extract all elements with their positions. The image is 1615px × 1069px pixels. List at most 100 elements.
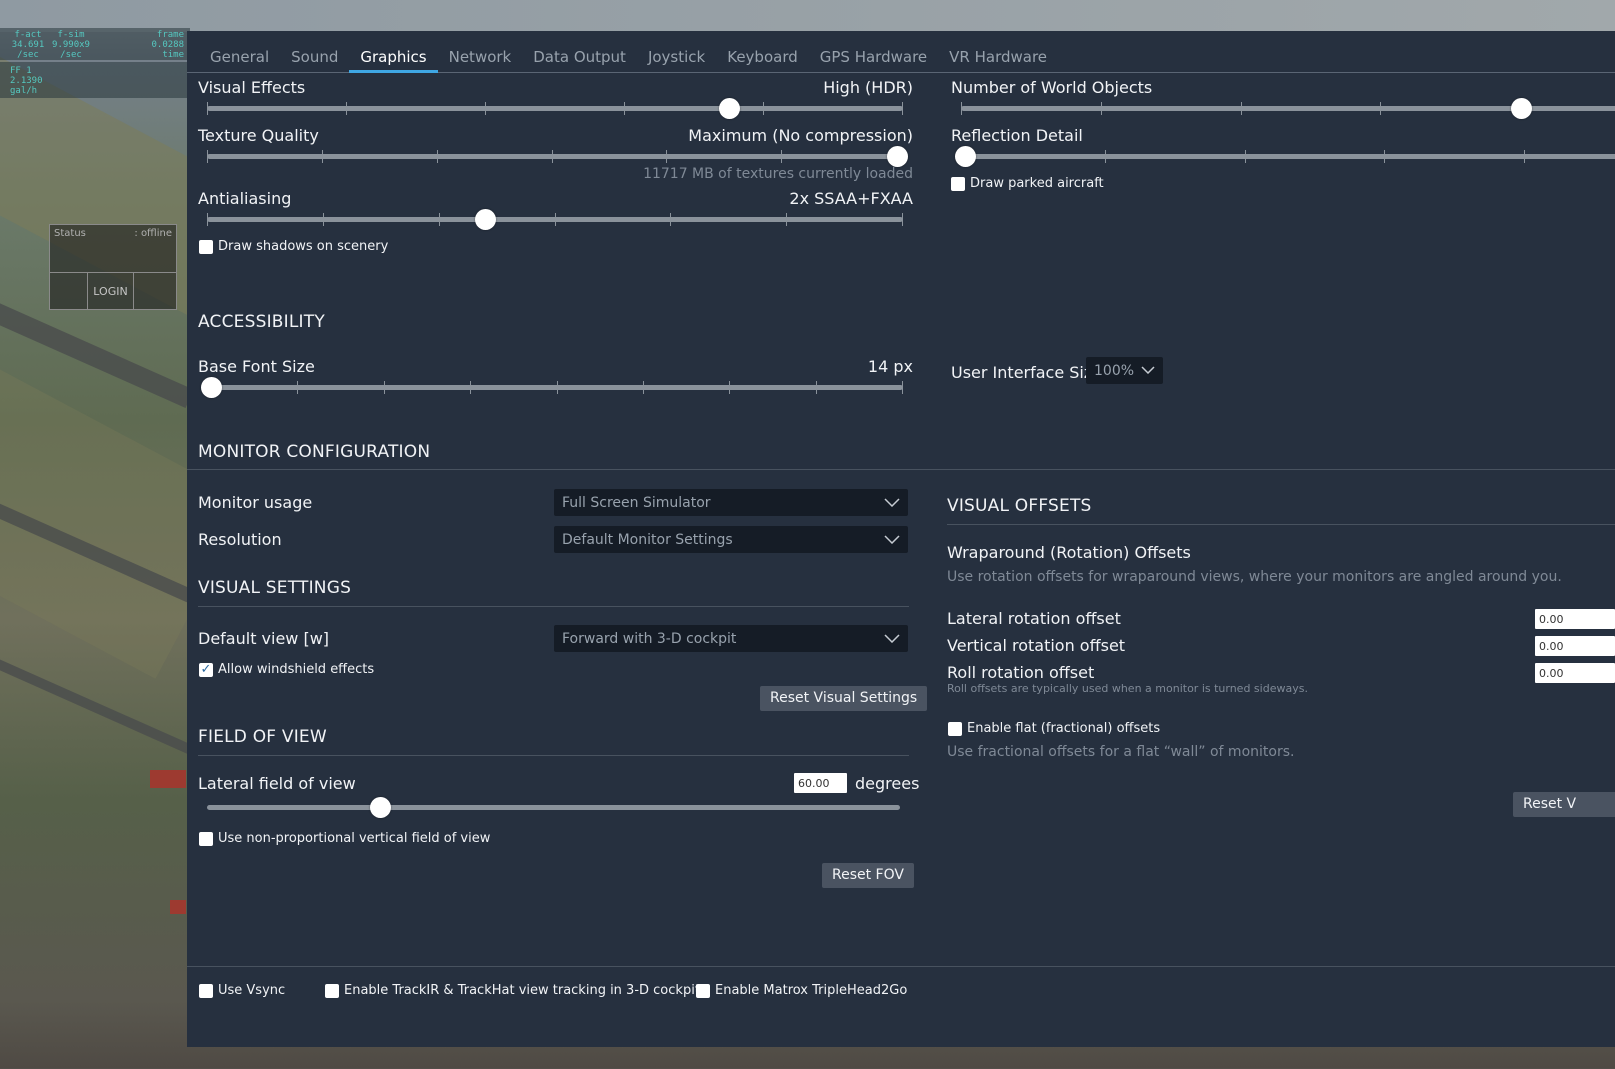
lateral-rotation-input[interactable]: 0.00 [1535,609,1615,629]
login-button[interactable]: LOGIN [88,273,134,309]
slider-tick [624,102,625,115]
slider-knob[interactable] [719,98,740,119]
slider-track[interactable] [965,154,1615,159]
visual-offsets-heading: VISUAL OFFSETS [947,496,1092,516]
checkbox-box[interactable] [325,983,339,998]
tab-joystick[interactable]: Joystick [637,31,716,73]
status-value: : offline [134,228,172,239]
checkbox-box[interactable] [696,983,710,998]
draw-shadows-checkbox[interactable]: Draw shadows on scenery [199,239,388,254]
slider-tick [552,150,553,163]
texture-quality-value: Maximum (No compression) [688,126,913,145]
slider-tick [384,381,385,394]
slider-tick [1524,150,1525,163]
lateral-fov-slider[interactable] [207,797,900,818]
lateral-fov-input[interactable]: 60.00 [794,773,847,793]
checkbox-box[interactable] [199,983,213,998]
checkbox-box[interactable] [199,662,213,677]
roll-rotation-input[interactable]: 0.00 [1535,663,1615,683]
status-label: Status [54,228,86,239]
default-view-dropdown[interactable]: Forward with 3-D cockpit [554,625,908,652]
status-cell-right [134,273,176,309]
non-proportional-fov-label: Use non-proportional vertical field of v… [218,831,491,846]
slider-tick [557,381,558,394]
tab-network[interactable]: Network [438,31,523,73]
tab-vr-hardware[interactable]: VR Hardware [938,31,1058,73]
fuel-flow-label: FF 1 [10,66,32,76]
tab-data-output[interactable]: Data Output [522,31,637,73]
slider-track[interactable] [207,106,903,111]
slider-tick [207,102,208,115]
checkbox-box[interactable] [199,239,213,254]
reset-visual-settings-button[interactable]: Reset Visual Settings [760,686,928,711]
monitor-usage-value: Full Screen Simulator [562,495,711,511]
draw-parked-aircraft-checkbox[interactable]: Draw parked aircraft [951,176,1104,191]
checkbox-box[interactable] [199,831,213,846]
slider-tick [555,213,556,226]
tab-graphics[interactable]: Graphics [349,31,438,73]
world-objects-slider[interactable] [961,98,1615,119]
visual-settings-heading: VISUAL SETTINGS [198,578,352,598]
slider-knob[interactable] [955,146,976,167]
base-font-size-value: 14 px [867,357,913,376]
base-font-size-slider[interactable] [201,377,903,398]
chevron-down-icon [884,498,900,507]
matrox-checkbox[interactable]: Enable Matrox TripleHead2Go [696,983,907,998]
framerate-label: f-act [14,30,42,40]
slider-knob[interactable] [201,377,222,398]
resolution-dropdown[interactable]: Default Monitor Settings [554,526,908,553]
slider-tick [729,381,730,394]
field-of-view-heading: FIELD OF VIEW [198,727,327,747]
chevron-down-icon [884,535,900,544]
slider-tick [346,102,347,115]
vsync-label: Use Vsync [218,983,286,998]
reflection-detail-slider[interactable] [955,146,1615,167]
ui-size-value: 100% [1094,363,1135,379]
tab-keyboard[interactable]: Keyboard [716,31,809,73]
chevron-down-icon [884,634,900,643]
checkbox-box[interactable] [948,721,962,736]
slider-tick [437,150,438,163]
tab-sound[interactable]: Sound [280,31,349,73]
slider-knob[interactable] [1511,98,1532,119]
ui-size-dropdown[interactable]: 100% [1086,357,1163,384]
slider-tick [1245,150,1246,163]
login-label: LOGIN [93,284,128,298]
flat-offsets-note: Use fractional offsets for a flat “wall”… [947,744,1295,760]
antialiasing-label: Antialiasing [198,189,292,208]
monitor-usage-dropdown[interactable]: Full Screen Simulator [554,489,908,516]
fuel-flow-unit: gal/h [10,86,38,96]
antialiasing-value: 2x SSAA+FXAA [789,189,913,208]
visual-effects-slider[interactable] [207,98,903,119]
vsync-checkbox[interactable]: Use Vsync [199,983,285,998]
reset-fov-button[interactable]: Reset FOV [822,863,914,888]
trackir-label: Enable TrackIR & TrackHat view tracking … [344,983,700,998]
texture-quality-slider[interactable] [207,146,908,167]
slider-track[interactable] [207,805,900,810]
tab-general[interactable]: General [199,31,280,73]
slider-knob[interactable] [370,797,391,818]
roll-rotation-label: Roll rotation offset [947,663,1095,682]
network-status-widget: Status : offline LOGIN [49,224,177,310]
checkbox-box[interactable] [951,176,965,191]
monitor-usage-label: Monitor usage [198,493,313,512]
slider-knob[interactable] [887,146,908,167]
tab-gps-hardware[interactable]: GPS Hardware [809,31,938,73]
reset-visual-offsets-button[interactable]: Reset V [1513,792,1615,817]
accessibility-heading: ACCESSIBILITY [198,312,325,332]
slider-knob[interactable] [475,209,496,230]
base-font-size-label: Base Font Size [198,357,315,376]
windshield-effects-checkbox[interactable]: Allow windshield effects [199,662,374,677]
slider-tick [670,213,671,226]
non-proportional-fov-checkbox[interactable]: Use non-proportional vertical field of v… [199,831,490,846]
matrox-label: Enable Matrox TripleHead2Go [715,983,908,998]
vertical-rotation-input[interactable]: 0.00 [1535,636,1615,656]
antialiasing-slider[interactable] [207,209,903,230]
framerate-unit: /sec [17,50,39,60]
monitor-configuration-heading: MONITOR CONFIGURATION [198,442,431,462]
slider-tick [297,381,298,394]
section-divider [198,606,909,607]
flat-offsets-checkbox[interactable]: Enable flat (fractional) offsets [948,721,1160,736]
trackir-checkbox[interactable]: Enable TrackIR & TrackHat view tracking … [325,983,700,998]
slider-tick [439,213,440,226]
